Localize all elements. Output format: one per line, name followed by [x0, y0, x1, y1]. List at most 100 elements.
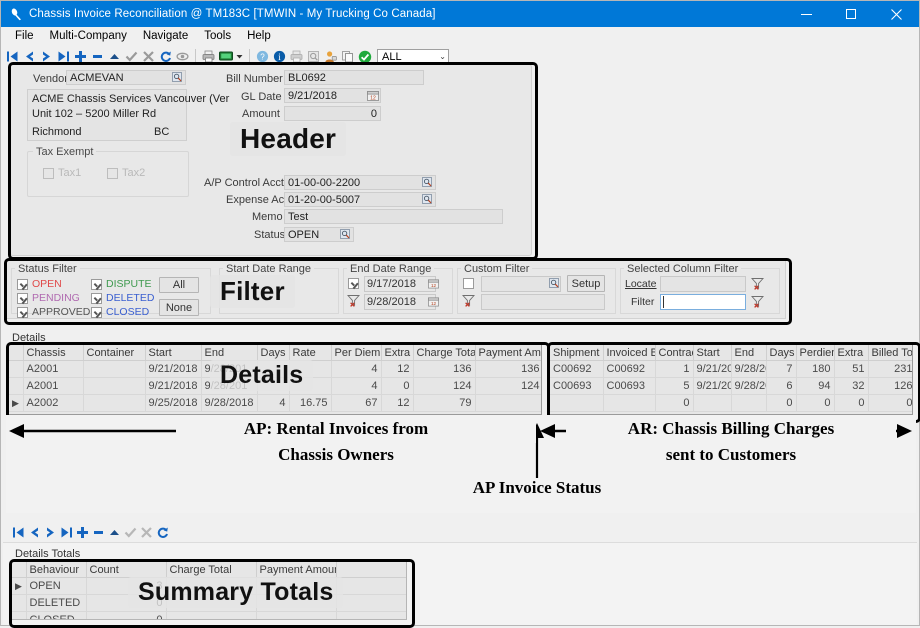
status-filter-dispute-checkbox[interactable] [91, 279, 102, 290]
status-filter-all-button[interactable]: All [159, 277, 199, 293]
clear-filter-icon[interactable] [751, 277, 764, 293]
end-date-to-input[interactable]: 9/28/2018 [364, 294, 436, 310]
clear-filter-icon[interactable] [751, 295, 764, 311]
ar-col-shipment-bill[interactable]: Shipment Bi [550, 345, 603, 361]
status-filter-deleted-checkbox[interactable] [91, 293, 102, 304]
ar-col-invoiced-bill[interactable]: Invoiced Bi [603, 345, 655, 361]
lookup-icon[interactable] [422, 194, 433, 208]
ap-col-extra[interactable]: Extra [381, 345, 413, 361]
ap-col-chassis[interactable]: Chassis [23, 345, 83, 361]
annotation-band: AP: Rental Invoices from Chassis Owners … [6, 415, 916, 513]
totals-col-count[interactable]: Count [86, 562, 166, 578]
lookup-icon[interactable] [172, 72, 183, 86]
menu-item-navigate[interactable]: Navigate [135, 29, 196, 43]
ar-col-days[interactable]: Days [766, 345, 796, 361]
ap-cell-start: 9/25/2018 [145, 395, 201, 412]
add-record-icon[interactable] [74, 524, 90, 541]
ap-col-days[interactable]: Days [257, 345, 289, 361]
memo-input[interactable]: Test [284, 209, 503, 224]
ar-cell-days: 0 [766, 395, 796, 412]
post-record-icon[interactable] [122, 524, 138, 541]
ap-control-acct-input[interactable]: 01-00-00-2200 [284, 175, 436, 190]
toolbar-separator [249, 49, 250, 64]
custom-filter-setup-button[interactable]: Setup [567, 275, 605, 292]
locate-input[interactable] [660, 276, 746, 292]
lookup-icon[interactable] [340, 229, 351, 243]
minimize-button[interactable] [784, 1, 829, 27]
menu-item-multi-company[interactable]: Multi-Company [42, 29, 135, 43]
status-filter-closed-checkbox[interactable] [91, 307, 102, 318]
ap-col-rate[interactable]: Rate [289, 345, 331, 361]
filter-label: Filter [631, 296, 654, 308]
next-record-icon[interactable] [42, 524, 58, 541]
end-date-from-input[interactable]: 9/17/2018 [364, 276, 436, 292]
filter-input[interactable] [660, 294, 746, 310]
tax2-checkbox[interactable] [107, 168, 118, 179]
ap-col-container[interactable]: Container [83, 345, 145, 361]
ar-col-contract[interactable]: Contract [655, 345, 693, 361]
ar-details-grid[interactable]: Shipment Bi Invoiced Bi Contract Start E… [549, 344, 913, 415]
table-row[interactable]: C00693 C00693 5 9/21/20 9/28/20 6 94 32 … [550, 378, 913, 395]
maximize-button[interactable] [829, 1, 874, 27]
ar-cell-shipment-bill: C00693 [550, 378, 603, 395]
ap-col-payment-amt[interactable]: Payment Amt [475, 345, 542, 361]
custom-filter-enable-checkbox[interactable] [463, 278, 474, 289]
first-record-icon[interactable] [10, 524, 26, 541]
ar-col-extra[interactable]: Extra [834, 345, 868, 361]
table-row[interactable]: 0 0 0 0 0 [550, 395, 913, 412]
totals-cell-behaviour: CLOSED [26, 612, 86, 621]
ar-details-table: Shipment Bi Invoiced Bi Contract Start E… [550, 345, 913, 412]
refresh-record-icon[interactable] [154, 524, 170, 541]
ar-cell-days: 7 [766, 361, 796, 378]
last-record-icon[interactable] [58, 524, 74, 541]
delete-record-icon[interactable] [90, 524, 106, 541]
totals-row-marker: ▶ [12, 578, 26, 595]
ar-col-end[interactable]: End [731, 345, 766, 361]
ap-col-end[interactable]: End [201, 345, 257, 361]
ar-col-billed-total[interactable]: Billed Total [868, 345, 913, 361]
totals-col-behaviour[interactable]: Behaviour [26, 562, 86, 578]
amount-input[interactable]: 0 [284, 106, 381, 121]
expense-acct-input[interactable]: 01-20-00-5007 [284, 192, 436, 207]
svg-text:?: ? [260, 53, 265, 62]
menu-item-help[interactable]: Help [239, 29, 279, 43]
vendor-input[interactable]: ACMEVAN [66, 70, 186, 85]
status-filter-pending-checkbox[interactable] [17, 293, 28, 304]
menu-item-tools[interactable]: Tools [196, 29, 239, 43]
end-date-from-checkbox[interactable] [348, 278, 359, 289]
table-row[interactable]: ▶ A2002 9/25/2018 9/28/2018 4 16.75 67 1… [9, 395, 542, 412]
calendar-icon[interactable]: 12 [428, 278, 439, 292]
ar-col-perdiem[interactable]: Perdiem [796, 345, 834, 361]
status-filter-none-button[interactable]: None [159, 299, 199, 316]
edit-record-icon[interactable] [106, 524, 122, 541]
tax1-checkbox[interactable] [43, 168, 54, 179]
ar-col-start[interactable]: Start [693, 345, 731, 361]
clear-filter-icon[interactable] [462, 294, 475, 310]
company-filter-combo[interactable]: ALL ⌄ [377, 49, 449, 65]
status-filter-open-checkbox[interactable] [17, 279, 28, 290]
clear-filter-icon[interactable] [347, 294, 360, 310]
totals-pane: Details Totals Behaviour Count Charge To… [3, 542, 917, 625]
calendar-icon[interactable]: 12 [428, 296, 439, 310]
bill-number-input[interactable]: BL0692 [284, 70, 424, 85]
menu-item-file[interactable]: File [7, 29, 42, 43]
calendar-icon[interactable]: 12 [367, 90, 379, 104]
totals-col-charge-total[interactable]: Charge Total [166, 562, 256, 578]
status-filter-approved-checkbox[interactable] [17, 307, 28, 318]
toolbar-separator [195, 49, 196, 64]
lookup-icon[interactable] [422, 177, 433, 191]
cancel-record-icon[interactable] [138, 524, 154, 541]
totals-col-blank[interactable] [336, 562, 407, 578]
ap-col-start[interactable]: Start [145, 345, 201, 361]
previous-record-icon[interactable] [26, 524, 42, 541]
ap-col-per-diem[interactable]: Per Diem [331, 345, 381, 361]
ap-col-charge-total[interactable]: Charge Total [413, 345, 475, 361]
totals-cell-charge-total [166, 612, 256, 621]
custom-filter-expression-input[interactable] [481, 294, 605, 310]
close-button[interactable] [874, 1, 919, 27]
lookup-icon[interactable] [549, 278, 560, 292]
table-row[interactable]: C00692 C00692 1 9/21/20 9/28/20 7 180 51… [550, 361, 913, 378]
filter-callout-label: Filter [210, 275, 295, 308]
table-row[interactable]: CLOSED 0 [12, 612, 407, 621]
totals-col-payment-amount[interactable]: Payment Amount [256, 562, 336, 578]
